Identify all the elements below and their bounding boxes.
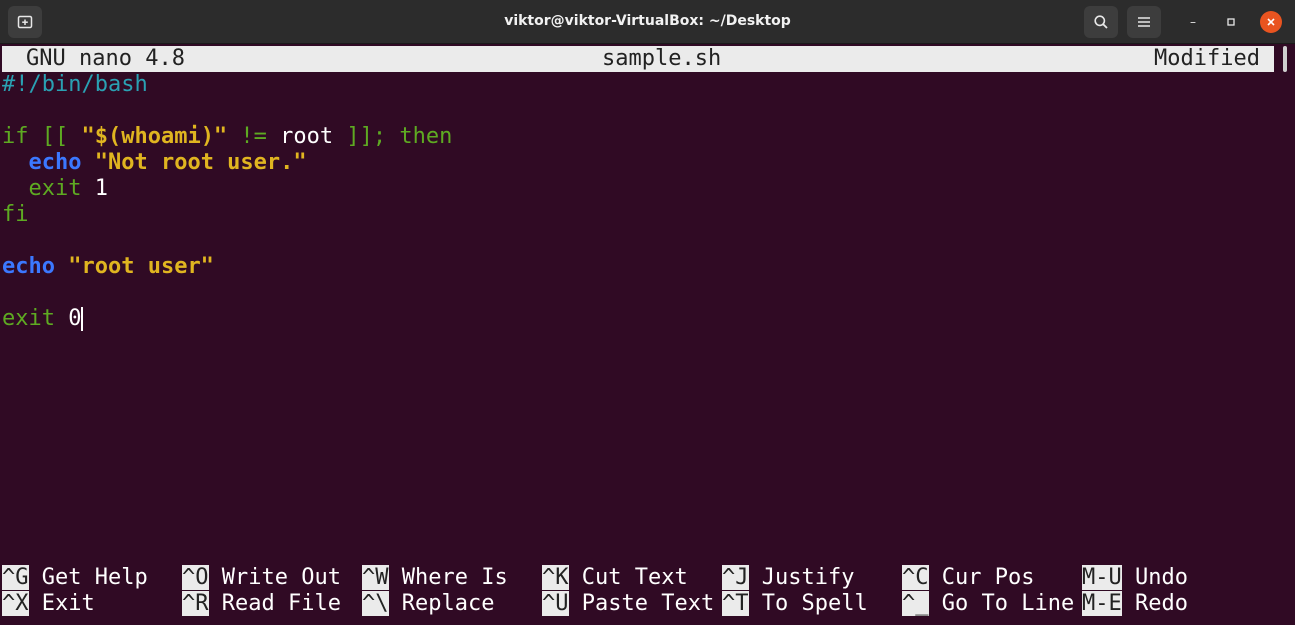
shortcut-justify[interactable]: ^J Justify [722,565,854,591]
maximize-icon [1227,18,1235,26]
nano-shortcut-bar: ^G Get Help ^O Write Out ^W Where Is ^K … [2,565,1282,617]
shortcut-read-file[interactable]: ^R Read File [182,591,341,617]
nano-version: GNU nano 4.8 [26,46,185,71]
shortcut-get-help[interactable]: ^G Get Help [2,565,148,591]
minimize-button[interactable]: – [1182,11,1204,33]
terminal-area[interactable]: GNU nano 4.8 sample.sh Modified #!/bin/b… [0,45,1295,625]
code-line: exit 1 [28,176,108,201]
code-line: echo "root user" [2,254,214,279]
shortcut-cut-text[interactable]: ^K Cut Text [542,565,688,591]
code-line: fi [2,202,29,227]
close-button[interactable] [1260,11,1282,33]
shortcut-paste-text[interactable]: ^U Paste Text [542,591,714,617]
code-line: #!/bin/bash [2,72,148,97]
shortcut-to-spell[interactable]: ^T To Spell [722,591,868,617]
menu-button[interactable] [1127,6,1161,38]
code-line: echo "Not root user." [28,150,307,175]
nano-filename: sample.sh [602,46,722,71]
text-cursor [81,307,84,331]
code-line: if [[ "$(whoami)" != root ]]; then [2,124,453,149]
nano-status: Modified [1154,46,1260,71]
shortcut-cur-pos[interactable]: ^C Cur Pos [902,565,1034,591]
terminal-scrollbar[interactable] [1283,46,1287,72]
hamburger-menu-icon [1138,17,1150,27]
minimize-icon: – [1190,15,1196,29]
shortcut-exit[interactable]: ^X Exit [2,591,95,617]
shortcut-undo[interactable]: M-U Undo [1082,565,1188,591]
close-icon [1267,18,1275,26]
shortcut-redo[interactable]: M-E Redo [1082,591,1188,617]
search-button[interactable] [1084,6,1118,38]
maximize-button[interactable] [1220,11,1242,33]
search-icon [1094,15,1108,29]
window-titlebar: viktor@viktor-VirtualBox: ~/Desktop – [0,0,1295,44]
code-line: exit 0 [2,306,84,331]
shortcut-where-is[interactable]: ^W Where Is [362,565,508,591]
shortcut-write-out[interactable]: ^O Write Out [182,565,341,591]
shortcut-replace[interactable]: ^\ Replace [362,591,494,617]
editor-text[interactable]: #!/bin/bash if [[ "$(whoami)" != root ]]… [2,72,452,332]
shortcut-go-to-line[interactable]: ^_ Go To Line [902,591,1074,617]
nano-header-bar: GNU nano 4.8 sample.sh Modified [2,46,1274,72]
